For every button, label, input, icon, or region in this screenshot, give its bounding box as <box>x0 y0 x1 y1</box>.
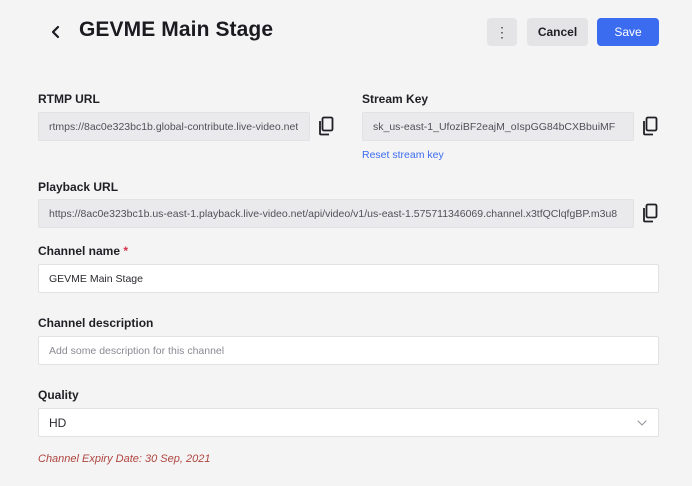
channel-name-label-text: Channel name <box>38 244 121 258</box>
required-mark: * <box>123 244 129 258</box>
page-header: GEVME Main Stage ⋮ Cancel Save <box>0 0 692 64</box>
copy-icon[interactable] <box>642 203 658 223</box>
channel-description-label: Channel description <box>38 316 154 330</box>
playback-url-value: https://8ac0e323bc1b.us-east-1.playback.… <box>49 207 618 220</box>
back-button[interactable] <box>44 20 68 44</box>
rtmp-url-label: RTMP URL <box>38 92 100 106</box>
channel-name-label: Channel name * <box>38 244 128 258</box>
quality-select[interactable]: HD <box>38 408 659 437</box>
rtmp-url-value: rtmps://8ac0e323bc1b.global-contribute.l… <box>49 120 299 133</box>
cancel-button[interactable]: Cancel <box>527 18 588 46</box>
more-options-button[interactable]: ⋮ <box>487 18 517 46</box>
chevron-down-icon <box>637 419 647 426</box>
stream-key-value: sk_us-east-1_UfoziBF2eajM_oIspGG84bCXBbu… <box>373 120 616 133</box>
channel-description-placeholder: Add some description for this channel <box>49 344 225 357</box>
rtmp-url-field[interactable]: rtmps://8ac0e323bc1b.global-contribute.l… <box>38 112 310 141</box>
save-button[interactable]: Save <box>597 18 659 46</box>
page-title: GEVME Main Stage <box>79 18 274 41</box>
quality-label: Quality <box>38 388 79 402</box>
copy-icon[interactable] <box>642 116 658 136</box>
channel-name-input[interactable]: GEVME Main Stage <box>38 264 659 293</box>
stream-key-label: Stream Key <box>362 92 429 106</box>
playback-url-field[interactable]: https://8ac0e323bc1b.us-east-1.playback.… <box>38 199 634 228</box>
quality-selected-value: HD <box>49 415 67 430</box>
more-vertical-icon: ⋮ <box>495 23 509 40</box>
channel-expiry-date: Channel Expiry Date: 30 Sep, 2021 <box>38 453 211 465</box>
playback-url-label: Playback URL <box>38 180 119 194</box>
channel-name-value: GEVME Main Stage <box>49 272 143 285</box>
copy-icon[interactable] <box>318 116 334 136</box>
chevron-left-icon <box>51 25 60 39</box>
reset-stream-key-link[interactable]: Reset stream key <box>362 149 444 161</box>
channel-description-input[interactable]: Add some description for this channel <box>38 336 659 365</box>
stream-key-field[interactable]: sk_us-east-1_UfoziBF2eajM_oIspGG84bCXBbu… <box>362 112 634 141</box>
